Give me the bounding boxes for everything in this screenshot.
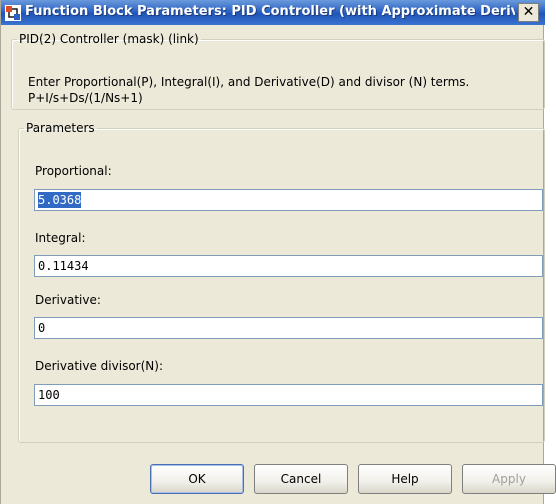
window-title: Function Block Parameters: PID Controlle…: [25, 4, 515, 19]
proportional-label: Proportional:: [35, 164, 112, 178]
mask-description-line1: Enter Proportional(P), Integral(I), and …: [28, 75, 470, 89]
close-button[interactable]: ✕: [518, 3, 539, 22]
close-icon: ✕: [522, 4, 535, 20]
cancel-button[interactable]: Cancel: [254, 464, 348, 494]
integral-value: 0.11434: [38, 259, 89, 273]
dialog-window: Function Block Parameters: PID Controlle…: [0, 0, 556, 504]
parameters-group-legend: Parameters: [26, 121, 95, 135]
apply-button[interactable]: Apply: [462, 464, 556, 494]
derivative-divisor-label: Derivative divisor(N):: [35, 359, 163, 373]
mask-group-legend: PID(2) Controller (mask) (link): [19, 32, 199, 46]
ok-button[interactable]: OK: [150, 464, 244, 494]
simulink-block-icon: [5, 5, 21, 21]
integral-input[interactable]: 0.11434: [34, 255, 543, 277]
derivative-value: 0: [38, 321, 46, 335]
integral-label: Integral:: [35, 231, 86, 245]
derivative-label: Derivative:: [35, 293, 101, 307]
help-button[interactable]: Help: [358, 464, 452, 494]
derivative-divisor-value: 100: [38, 388, 60, 402]
proportional-input[interactable]: 5.0368: [34, 189, 543, 211]
derivative-input[interactable]: 0: [34, 317, 543, 339]
mask-description-line2: P+I/s+Ds/(1/Ns+1): [28, 91, 143, 105]
derivative-divisor-input[interactable]: 100: [34, 384, 543, 406]
proportional-value: 5.0368: [38, 192, 82, 208]
title-bar[interactable]: Function Block Parameters: PID Controlle…: [1, 0, 545, 25]
